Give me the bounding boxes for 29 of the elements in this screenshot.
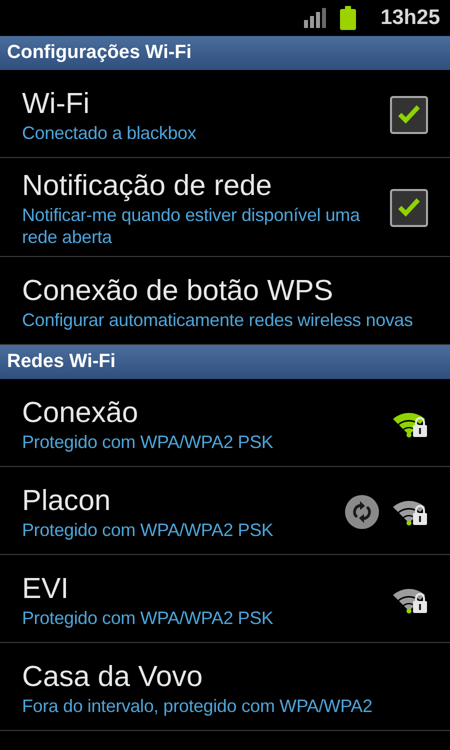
battery-icon xyxy=(340,6,356,30)
settings-item[interactable]: Conexão Protegido com WPA/WPA2 PSK xyxy=(0,379,450,467)
settings-item[interactable]: Casa da Vovo Fora do intervalo, protegido com WPA/WPA2 xyxy=(0,643,450,731)
section-header: Redes Wi-Fi xyxy=(0,345,450,379)
item-title: Placon xyxy=(22,484,112,518)
item-title: Casa da Vovo xyxy=(22,660,204,694)
settings-item[interactable]: Notificação de rede Notificar-me quando estiver disponível uma rede aberta xyxy=(0,158,450,257)
item-summary: Fora do intervalo, protegido com WPA/WPA2 xyxy=(22,694,374,716)
item-title: Wi-Fi xyxy=(22,86,91,122)
item-title: EVI xyxy=(22,572,70,606)
section-header: Configurações Wi-Fi xyxy=(0,36,450,70)
checkbox[interactable] xyxy=(390,96,428,134)
checkmark-icon xyxy=(396,104,422,126)
item-summary: Configurar automaticamente redes wireless novas xyxy=(22,308,414,330)
item-summary: Protegido com WPA/WPA2 PSK xyxy=(22,518,274,540)
clock-time: 13h25 xyxy=(380,6,440,30)
item-summary: Notificar-me quando estiver disponível uma rede aberta xyxy=(22,204,361,248)
checkbox[interactable] xyxy=(390,189,428,227)
checkmark-icon xyxy=(396,197,422,219)
cell-signal-icon xyxy=(304,8,326,28)
settings-item[interactable]: Placon Protegido com WPA/WPA2 PSK xyxy=(0,467,450,555)
item-title: Conexão de botão WPS xyxy=(22,274,334,308)
settings-item[interactable]: EVI Protegido com WPA/WPA2 PSK xyxy=(0,555,450,643)
item-summary: Conectado a blackbox xyxy=(22,122,198,144)
item-summary: Protegido com WPA/WPA2 PSK xyxy=(22,606,274,628)
item-title: Notificação de rede xyxy=(22,169,273,204)
item-summary: Protegido com WPA/WPA2 PSK xyxy=(22,430,274,452)
settings-item[interactable]: Wi-Fi Conectado a blackbox xyxy=(0,70,450,158)
item-title: Conexão xyxy=(22,396,140,430)
